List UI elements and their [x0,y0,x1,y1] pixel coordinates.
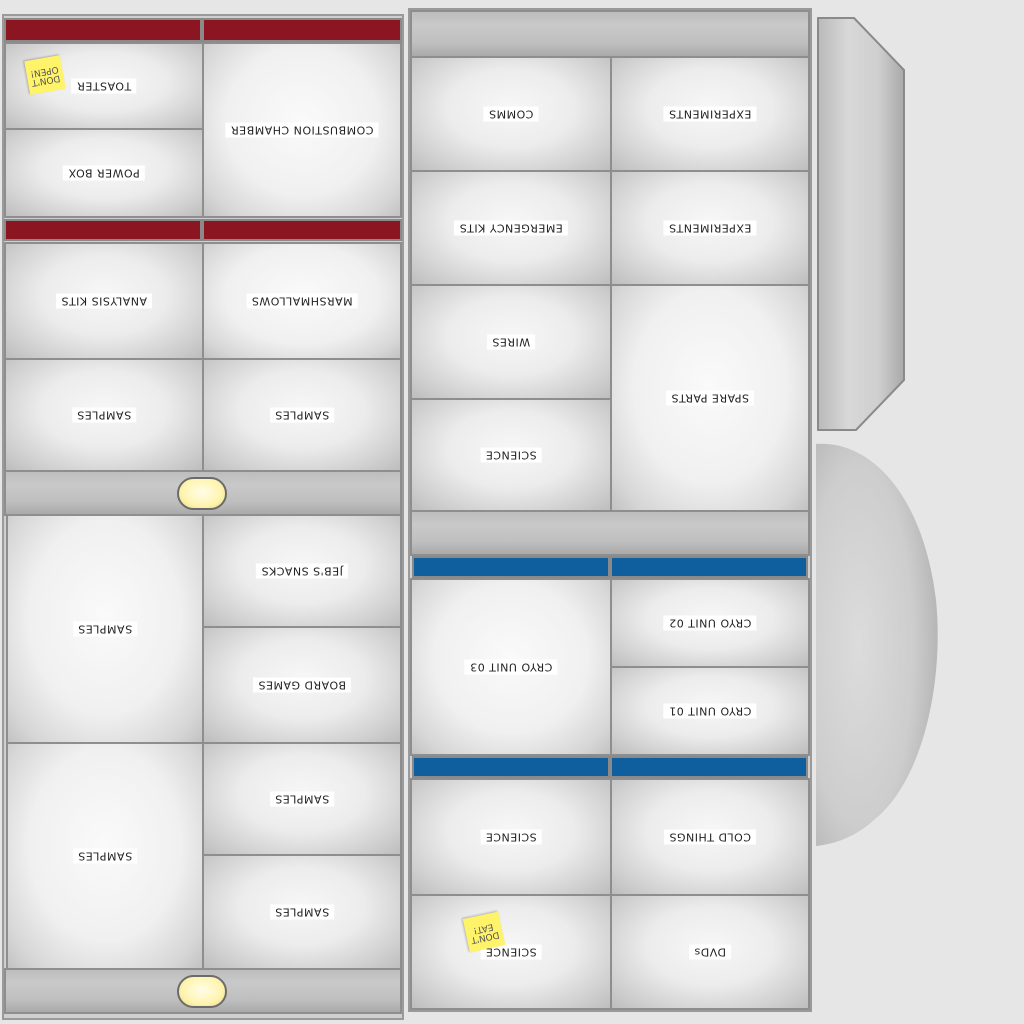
locker-label: SAMPLES [72,621,138,637]
locker-science[interactable]: SCIENCE [410,398,612,512]
locker-analysis-kits[interactable]: ANALYSIS KITS [4,242,204,360]
locker-label: CRYO UNIT 03 [464,659,558,675]
locker-label: BOARD GAMES [253,677,351,693]
locker-samples[interactable]: SAMPLES [202,854,402,970]
locker-label: EXPERIMENTS [663,220,757,236]
locker-cryo-unit-03[interactable]: CRYO UNIT 03 [410,578,612,756]
side-panel-lower [816,443,938,846]
sticky-note-dont-open: DON'T OPEN! [24,55,66,95]
locker-cold-things[interactable]: COLD THINGS [610,778,810,896]
locker-label: WIRES [486,334,536,350]
locker-label: SCIENCE [480,447,542,463]
red-stripe-top-right [202,18,402,42]
locker-marshmallows[interactable]: MARSHMALLOWS [202,242,402,360]
divider-band [410,10,810,58]
blue-stripe-top-right [610,556,808,578]
sticky-note-text: DON'T EAT! [469,921,501,945]
locker-samples-tall[interactable]: SAMPLES [6,514,204,744]
locker-samples[interactable]: SAMPLES [202,742,402,856]
locker-label: CRYO UNIT 02 [663,615,757,631]
locker-label: POWER BOX [63,165,145,181]
red-stripe-middle-right [202,219,402,241]
locker-science[interactable]: SCIENCE [410,894,612,1010]
blue-stripe-bottom-right [610,756,808,778]
locker-combustion-chamber[interactable]: COMBUSTION CHAMBER [202,42,402,218]
locker-dvds[interactable]: DVDs [610,894,810,1010]
locker-label: SAMPLES [269,904,335,920]
locker-label: SAMPLES [269,791,335,807]
locker-samples[interactable]: SAMPLES [202,358,402,472]
locker-label: COMBUSTION CHAMBER [225,122,379,138]
locker-label: MARSHMALLOWS [246,293,358,309]
side-panel-upper [817,17,905,431]
locker-label: TOASTER [71,78,137,94]
locker-label: DVDs [688,944,732,960]
ceiling-light-icon [177,477,227,510]
locker-experiments[interactable]: EXPERIMENTS [610,56,810,172]
red-stripe-top [4,18,202,42]
locker-label: SAMPLES [72,848,138,864]
ceiling-light-icon [177,975,227,1008]
locker-samples-tall[interactable]: SAMPLES [6,742,204,970]
locker-emergency-kits[interactable]: EMERGENCY KITS [410,170,612,286]
blue-stripe-bottom [412,756,610,778]
locker-cryo-unit-01[interactable]: CRYO UNIT 01 [610,666,810,756]
locker-label: EMERGENCY KITS [454,220,568,236]
locker-experiments[interactable]: EXPERIMENTS [610,170,810,286]
locker-label: ANALYSIS KITS [55,293,153,309]
sticky-note-text: DON'T OPEN! [29,63,61,88]
blue-stripe-top [412,556,610,578]
locker-comms[interactable]: COMMS [410,56,612,172]
locker-label: SCIENCE [480,829,542,845]
locker-label: SAMPLES [269,407,335,423]
locker-label: SPARE PARTS [665,390,755,406]
red-stripe-middle [4,219,202,241]
locker-label: SAMPLES [71,407,137,423]
locker-label: COLD THINGS [664,829,756,845]
locker-samples[interactable]: SAMPLES [4,358,204,472]
locker-label: COMMS [483,106,539,122]
locker-power-box[interactable]: POWER BOX [4,128,204,218]
locker-science[interactable]: SCIENCE [410,778,612,896]
locker-board-games[interactable]: BOARD GAMES [202,626,402,744]
locker-wires[interactable]: WIRES [410,284,612,400]
locker-jebs-snacks[interactable]: JEB'S SNACKS [202,514,402,628]
locker-spare-parts[interactable]: SPARE PARTS [610,284,810,512]
divider-band [410,510,810,556]
locker-label: EXPERIMENTS [663,106,757,122]
locker-label: JEB'S SNACKS [256,563,348,579]
locker-cryo-unit-02[interactable]: CRYO UNIT 02 [610,578,810,668]
locker-label: CRYO UNIT 01 [663,703,757,719]
